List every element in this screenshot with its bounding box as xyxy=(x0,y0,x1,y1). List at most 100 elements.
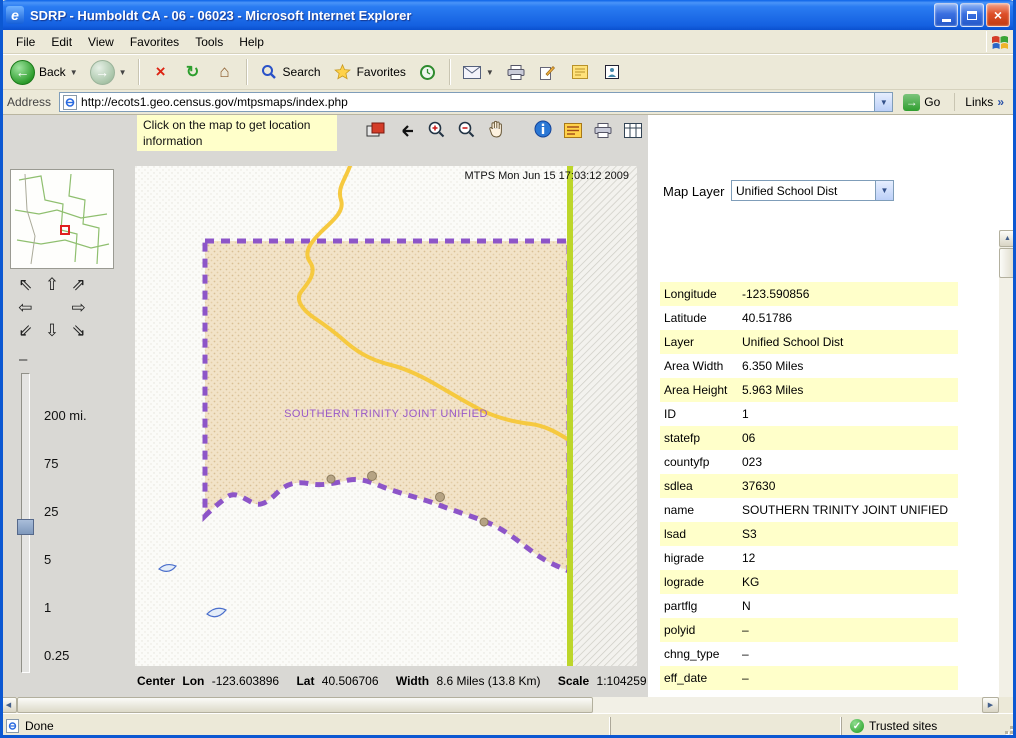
menu-item[interactable]: Help xyxy=(231,32,272,52)
maximize-icon xyxy=(967,11,977,20)
stop-button[interactable]: × xyxy=(146,59,176,85)
pan-west-button[interactable]: ⇦ xyxy=(18,298,32,318)
stop-icon: × xyxy=(151,62,171,82)
place-point xyxy=(327,475,335,483)
links-bar[interactable]: Links » xyxy=(954,93,1012,111)
menu-item[interactable]: Favorites xyxy=(122,32,187,52)
resize-grip[interactable] xyxy=(1000,717,1016,736)
vertical-scrollbar[interactable]: ▲ ▼ xyxy=(999,230,1016,738)
field-value: – xyxy=(742,647,749,661)
minimize-button[interactable] xyxy=(934,3,958,27)
titlebar: e SDRP - Humboldt CA - 06 - 06023 - Micr… xyxy=(0,0,1016,30)
back-label: Back xyxy=(39,65,66,79)
mail-button[interactable]: ▼ xyxy=(457,59,499,85)
map-layer-select[interactable]: Unified School Dist ▼ xyxy=(731,180,894,201)
table-row: lsad S3 xyxy=(660,522,958,546)
print-button[interactable] xyxy=(501,59,531,85)
table-row: statefp 06 xyxy=(660,426,958,450)
favorites-label: Favorites xyxy=(357,65,406,79)
menu-item[interactable]: File xyxy=(8,32,43,52)
identify-tool[interactable] xyxy=(531,116,554,138)
menu-item[interactable]: Edit xyxy=(43,32,80,52)
messenger-icon xyxy=(602,62,622,82)
home-button[interactable]: ⌂ xyxy=(210,59,240,85)
field-value: – xyxy=(742,623,749,637)
zoom-out-label: – xyxy=(19,351,27,368)
table-row: countyfp 023 xyxy=(660,450,958,474)
place-point xyxy=(480,518,488,526)
status-spacer-panel xyxy=(610,717,841,736)
menu-item[interactable]: View xyxy=(80,32,122,52)
field-name: Area Width xyxy=(660,359,742,373)
select-dropdown-icon[interactable]: ▼ xyxy=(875,181,893,200)
feature-info-table: Longitude -123.590856 Latitude 40.51786 … xyxy=(660,282,958,690)
pan-southwest-button[interactable]: ⇙ xyxy=(18,321,32,341)
map-layer-selected-option: Unified School Dist xyxy=(736,184,875,198)
pan-northwest-button[interactable]: ⇖ xyxy=(18,275,32,295)
history-button[interactable] xyxy=(413,59,443,85)
search-label: Search xyxy=(283,65,321,79)
zoom-out-tool[interactable] xyxy=(454,116,477,138)
zoom-previous-tool[interactable] xyxy=(394,116,417,138)
go-button[interactable]: → Go xyxy=(898,93,945,112)
scroll-left-button[interactable]: ◀ xyxy=(0,697,17,713)
print-map-tool[interactable] xyxy=(591,116,614,138)
field-name: ID xyxy=(660,407,742,421)
table-row: Latitude 40.51786 xyxy=(660,306,958,330)
home-icon: ⌂ xyxy=(215,62,235,82)
pan-northeast-button[interactable]: ⇗ xyxy=(72,275,86,295)
field-value: 37630 xyxy=(742,479,775,493)
field-name: polyid xyxy=(660,623,742,637)
zoom-scale-label: 0.25 xyxy=(44,631,87,679)
toolbar-separator xyxy=(449,59,451,85)
attribute-table-tool[interactable] xyxy=(621,116,644,138)
forward-button[interactable]: → ▼ xyxy=(85,57,132,88)
address-label: Address xyxy=(4,95,54,109)
back-icon: ← xyxy=(10,60,35,85)
statusbar: Done ✓ Trusted sites xyxy=(0,713,1016,738)
zoom-scale-label: 1 xyxy=(44,583,87,631)
scroll-up-button[interactable]: ▲ xyxy=(999,230,1016,247)
legend-tool[interactable] xyxy=(561,116,584,138)
zoom-slider-thumb[interactable] xyxy=(17,519,34,535)
messenger-button[interactable] xyxy=(597,59,627,85)
table-row: sdlea 37630 xyxy=(660,474,958,498)
close-button[interactable]: × xyxy=(986,3,1010,27)
pan-east-button[interactable]: ⇨ xyxy=(72,298,86,318)
overview-locator-map[interactable] xyxy=(10,169,114,269)
select-location-tool[interactable] xyxy=(364,116,387,138)
table-row: Layer Unified School Dist xyxy=(660,330,958,354)
pan-south-button[interactable]: ⇩ xyxy=(45,321,59,341)
forward-dropdown-icon: ▼ xyxy=(119,68,127,77)
status-text: Done xyxy=(25,719,54,733)
refresh-button[interactable]: ↻ xyxy=(178,59,208,85)
scroll-right-button[interactable]: ▶ xyxy=(982,697,999,713)
pan-tool[interactable] xyxy=(484,116,507,138)
field-name: statefp xyxy=(660,431,742,445)
pan-southeast-button[interactable]: ⇘ xyxy=(72,321,86,341)
mail-dropdown-icon: ▼ xyxy=(486,68,494,77)
center-label: Center xyxy=(137,674,175,688)
search-button[interactable]: Search xyxy=(254,59,326,85)
horizontal-scroll-thumb[interactable] xyxy=(17,697,593,713)
address-input[interactable]: http://ecots1.geo.census.gov/mtpsmaps/in… xyxy=(59,92,893,112)
map-canvas[interactable]: MTPS Mon Jun 15 17:03:12 2009 SOUTHERN T… xyxy=(135,166,637,666)
security-zone-label: Trusted sites xyxy=(869,719,937,733)
field-value: KG xyxy=(742,575,759,589)
map-toolbar xyxy=(364,115,644,138)
maximize-button[interactable] xyxy=(960,3,984,27)
edit-button[interactable] xyxy=(533,59,563,85)
field-value: – xyxy=(742,671,749,685)
favorites-button[interactable]: Favorites xyxy=(328,59,411,85)
menu-item[interactable]: Tools xyxy=(187,32,231,52)
pan-north-button[interactable]: ⇧ xyxy=(45,275,59,295)
toolbar-separator xyxy=(246,59,248,85)
zoom-in-tool[interactable] xyxy=(424,116,447,138)
discuss-button[interactable] xyxy=(565,59,595,85)
ie-logo-icon: e xyxy=(6,6,24,24)
address-dropdown-button[interactable]: ▼ xyxy=(874,93,892,111)
horizontal-scrollbar[interactable]: ◀ ▶ xyxy=(0,697,999,713)
back-button[interactable]: ← Back ▼ xyxy=(5,57,83,88)
zoom-scale-label: 5 xyxy=(44,535,87,583)
vertical-scroll-thumb[interactable] xyxy=(999,248,1016,278)
